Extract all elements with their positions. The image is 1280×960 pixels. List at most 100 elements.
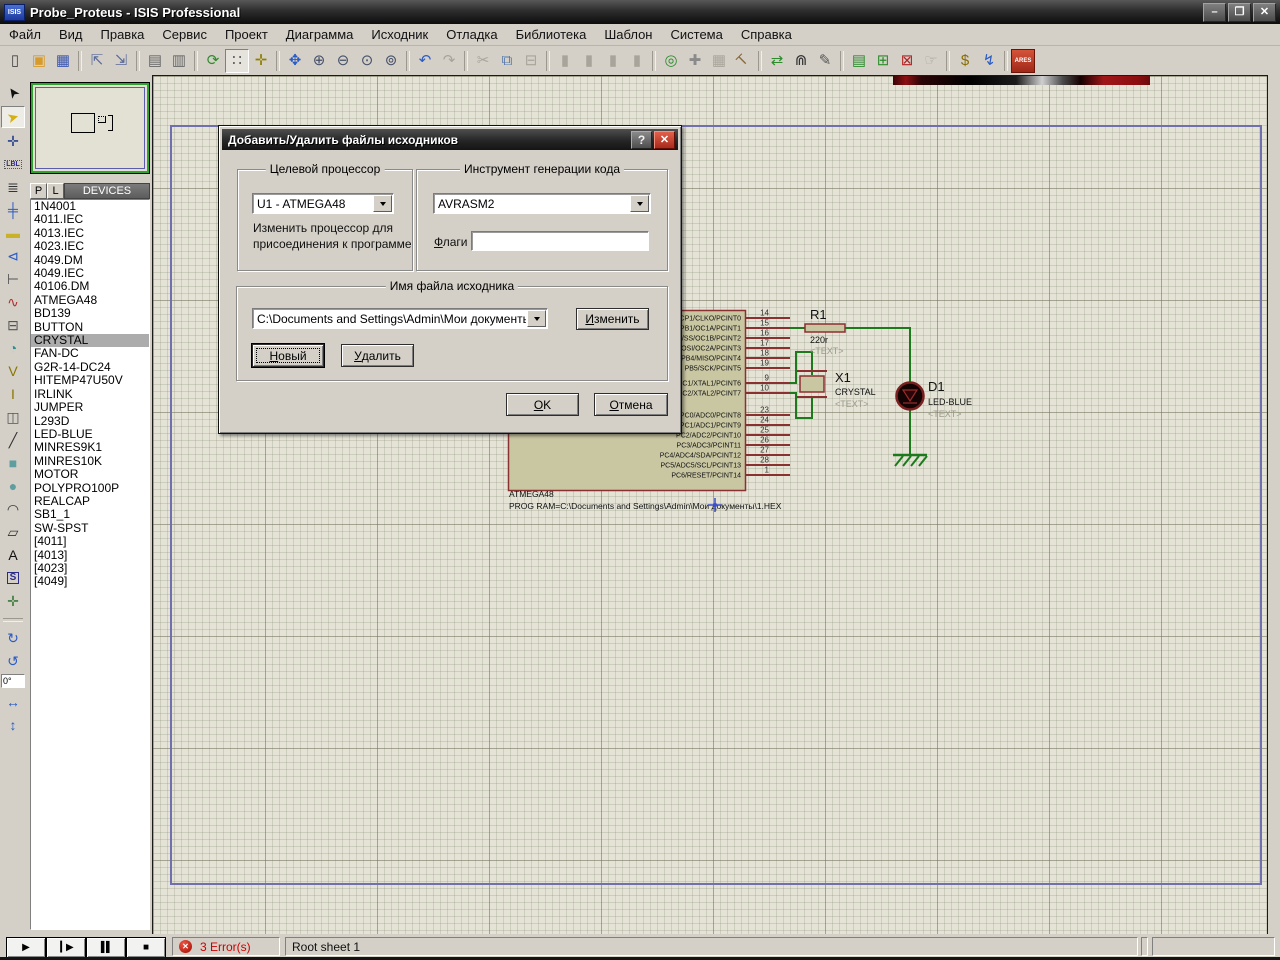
step-button[interactable]: ▎▶ (46, 937, 86, 958)
combo-dropdown-button[interactable] (373, 195, 392, 212)
device-item[interactable]: CRYSTAL (31, 334, 149, 347)
combo-dropdown-button[interactable] (527, 310, 546, 327)
redraw-icon[interactable]: ⟳ (201, 49, 225, 73)
menu-view[interactable]: Вид (50, 25, 92, 44)
generator-mode-icon[interactable]: ◔ (2, 338, 24, 358)
graphics-box-icon[interactable]: ■ (2, 453, 24, 473)
rotate-clockwise-icon[interactable]: ↻ (2, 628, 24, 648)
device-item[interactable]: G2R-14-DC24 (31, 361, 149, 374)
graphics-path-icon[interactable]: ▱ (2, 522, 24, 542)
device-item[interactable]: LED-BLUE (31, 428, 149, 441)
device-item[interactable]: 4049.IEC (31, 267, 149, 280)
goto-sheet-icon[interactable]: ☞ (919, 49, 943, 73)
save-file-icon[interactable]: ▦ (51, 49, 75, 73)
overview-panel[interactable] (30, 82, 150, 174)
origin-icon[interactable]: ✛ (249, 49, 273, 73)
zoom-in-icon[interactable]: ⊕ (307, 49, 331, 73)
zoom-all-icon[interactable]: ⊚ (379, 49, 403, 73)
device-item[interactable]: 4013.IEC (31, 227, 149, 240)
current-probe-icon[interactable]: I (2, 384, 24, 404)
flags-input[interactable] (471, 231, 649, 251)
virtual-instrument-icon[interactable]: ◫ (2, 407, 24, 427)
delete-button[interactable]: Удалить (341, 344, 414, 367)
graphics-text-icon[interactable]: A (2, 545, 24, 565)
menu-help[interactable]: Справка (732, 25, 801, 44)
led-d1[interactable]: D1 LED-BLUE <TEXT> (897, 379, 973, 419)
resistor-r1[interactable]: R1 220r <TEXT> (805, 307, 845, 356)
menu-tools[interactable]: Сервис (153, 25, 216, 44)
remove-sheet-icon[interactable]: ⊠ (895, 49, 919, 73)
menu-debug[interactable]: Отладка (437, 25, 506, 44)
device-item[interactable]: BUTTON (31, 321, 149, 334)
ok-button[interactable]: OK (506, 393, 579, 416)
component-mode-icon[interactable]: ➤ (1, 106, 25, 128)
restore-button[interactable]: ❐ (1228, 3, 1251, 22)
new-file-icon[interactable]: ▯ (3, 49, 27, 73)
subcircuit-icon[interactable]: ▬ (2, 223, 24, 243)
pause-button[interactable]: ▌▌ (86, 937, 126, 958)
undo-icon[interactable]: ↶ (413, 49, 437, 73)
crystal-x1[interactable]: X1 CRYSTAL <TEXT> (797, 370, 876, 409)
device-item[interactable]: 1N4001 (31, 200, 149, 213)
change-button[interactable]: Изменить (576, 308, 649, 330)
device-item[interactable]: REALCAP (31, 495, 149, 508)
device-item[interactable]: SB1_1 (31, 508, 149, 521)
zoom-out-icon[interactable]: ⊖ (331, 49, 355, 73)
device-item[interactable]: BD139 (31, 307, 149, 320)
block-rotate-icon[interactable]: ▮ (601, 49, 625, 73)
device-item[interactable]: IRLINK (31, 388, 149, 401)
property-tool-icon[interactable]: T (731, 49, 755, 73)
play-button[interactable]: ▶ (6, 937, 46, 958)
device-pin-icon[interactable]: ⊢ (2, 269, 24, 289)
device-item[interactable]: [4013] (31, 549, 149, 562)
block-delete-icon[interactable]: ▮ (625, 49, 649, 73)
graph-mode-icon[interactable]: ∿ (2, 292, 24, 312)
open-file-icon[interactable]: ▣ (27, 49, 51, 73)
dialog-help-button[interactable]: ? (631, 131, 652, 149)
design-explorer-icon[interactable]: ▤ (847, 49, 871, 73)
rotation-angle-input[interactable] (1, 674, 25, 688)
paste-icon[interactable]: ⊟ (519, 49, 543, 73)
device-item[interactable]: ATMEGA48 (31, 294, 149, 307)
pan-icon[interactable]: ✥ (283, 49, 307, 73)
new-button[interactable]: Новый (252, 344, 324, 367)
search-and-tag-icon[interactable]: ▦ (707, 49, 731, 73)
block-move-icon[interactable]: ▮ (577, 49, 601, 73)
target-processor-combo[interactable]: U1 - ATMEGA48 (252, 193, 394, 214)
bill-of-materials-icon[interactable]: $ (953, 49, 977, 73)
tape-recorder-icon[interactable]: ⊟ (2, 315, 24, 335)
stop-button[interactable]: ■ (126, 937, 166, 958)
selection-mode-icon[interactable]: ➤ (2, 83, 24, 103)
menu-source[interactable]: Исходник (362, 25, 437, 44)
wire-label-icon[interactable]: LBL (2, 154, 24, 174)
grid-toggle-icon[interactable]: ∷ (225, 49, 249, 73)
device-item[interactable]: [4023] (31, 562, 149, 575)
new-sheet-icon[interactable]: ⊞ (871, 49, 895, 73)
marker-icon[interactable]: ✛ (2, 591, 24, 611)
copy-icon[interactable]: ⧉ (495, 49, 519, 73)
block-copy-icon[interactable]: ▮ (553, 49, 577, 73)
menu-design[interactable]: Проект (216, 25, 277, 44)
device-item[interactable]: 40106.DM (31, 280, 149, 293)
graphics-symbol-icon[interactable]: S (2, 568, 24, 588)
menu-file[interactable]: Файл (0, 25, 50, 44)
device-item[interactable]: SW-SPST (31, 522, 149, 535)
device-item[interactable]: POLYPRO100P (31, 482, 149, 495)
device-item[interactable]: MINRES10K (31, 455, 149, 468)
ground-symbol[interactable] (893, 455, 927, 466)
menu-library[interactable]: Библиотека (507, 25, 596, 44)
error-panel[interactable]: ✕ 3 Error(s) (172, 937, 280, 956)
graphics-arc-icon[interactable]: ◠ (2, 499, 24, 519)
rotate-anticlockwise-icon[interactable]: ↺ (2, 651, 24, 671)
export-section-icon[interactable]: ⇲ (109, 49, 133, 73)
menu-graph[interactable]: Диаграмма (277, 25, 363, 44)
device-item[interactable]: MOTOR (31, 468, 149, 481)
combo-dropdown-button[interactable] (630, 195, 649, 212)
bus-icon[interactable]: ╪ (2, 200, 24, 220)
menu-edit[interactable]: Правка (92, 25, 154, 44)
mirror-horizontal-icon[interactable]: ↔ (2, 692, 24, 712)
ares-netlist-icon[interactable]: ARES (1011, 49, 1035, 73)
device-item[interactable]: HITEMP47U50V (31, 374, 149, 387)
junction-dot-icon[interactable]: ✛ (2, 131, 24, 151)
minimize-button[interactable]: – (1203, 3, 1226, 22)
